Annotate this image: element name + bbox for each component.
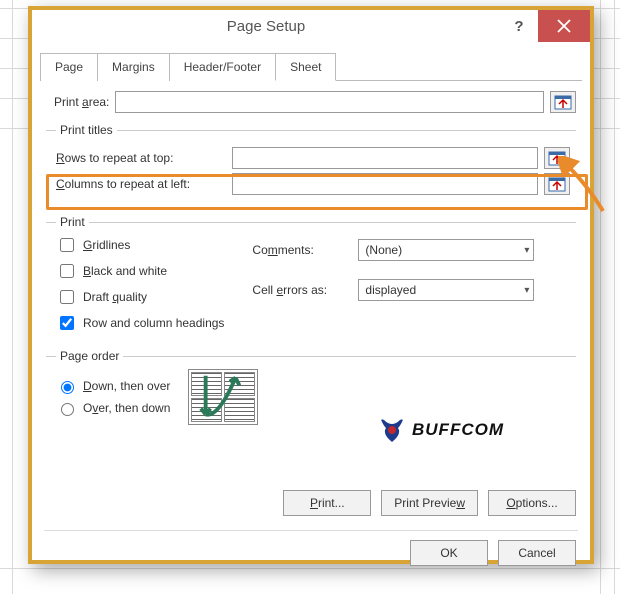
cancel-button[interactable]: Cancel — [498, 540, 576, 566]
print-legend: Print — [56, 215, 89, 229]
rows-repeat-row: Rows to repeat at top: — [56, 147, 570, 169]
gridlines-checkbox[interactable]: Gridlines — [56, 235, 224, 255]
draft-checkbox[interactable]: Draft quality — [56, 287, 224, 307]
over-then-down-label: Over, then down — [83, 401, 170, 415]
draft-label: Draft quality — [83, 290, 147, 304]
rows-repeat-label: Rows to repeat at top: — [56, 151, 226, 165]
page-order-graphic — [188, 369, 258, 425]
print-titles-legend: Print titles — [56, 123, 117, 137]
print-area-input[interactable] — [115, 91, 544, 113]
headings-label: Row and column headings — [83, 316, 224, 330]
comments-value: (None) — [365, 243, 402, 257]
page-order-legend: Page order — [56, 349, 123, 363]
rows-repeat-input[interactable] — [232, 147, 538, 169]
bw-label: Black and white — [83, 264, 167, 278]
cols-repeat-ref-button[interactable] — [544, 173, 570, 195]
gridlines-input[interactable] — [60, 238, 74, 252]
action-buttons: Print... Print Preview Options... — [283, 490, 576, 516]
draft-input[interactable] — [60, 290, 74, 304]
tab-margins[interactable]: Margins — [97, 53, 170, 81]
options-button[interactable]: Options... — [488, 490, 576, 516]
ok-cancel-buttons: OK Cancel — [410, 540, 576, 566]
tab-strip: Page Margins Header/Footer Sheet — [40, 52, 582, 81]
chevron-down-icon: ▾ — [524, 245, 529, 256]
collapse-dialog-icon — [554, 95, 572, 110]
cell-errors-row: Cell errors as: displayed ▾ — [252, 279, 534, 301]
comments-select[interactable]: (None) ▾ — [358, 239, 534, 261]
headings-input[interactable] — [60, 316, 74, 330]
print-group: Print Gridlines Black and white Draft qu… — [46, 215, 576, 339]
cell-errors-label: Cell errors as: — [252, 283, 352, 297]
print-titles-group: Print titles Rows to repeat at top: Colu… — [46, 123, 576, 205]
down-then-over-label: Down, then over — [83, 379, 170, 393]
print-preview-button[interactable]: Print Preview — [381, 490, 478, 516]
collapse-dialog-icon — [548, 177, 566, 192]
page-setup-dialog: Page Setup ? Page Margins Header/Footer … — [28, 6, 594, 564]
down-then-over-radio[interactable]: Down, then over — [56, 378, 170, 394]
cell-errors-value: displayed — [365, 283, 416, 297]
tab-page[interactable]: Page — [40, 53, 98, 81]
dialog-title: Page Setup — [32, 18, 500, 35]
help-button[interactable]: ? — [500, 10, 538, 42]
collapse-dialog-icon — [548, 151, 566, 166]
close-icon — [557, 19, 571, 33]
cols-repeat-label: Columns to repeat at left: — [56, 177, 226, 191]
close-button[interactable] — [538, 10, 590, 42]
ok-button[interactable]: OK — [410, 540, 488, 566]
chevron-down-icon: ▾ — [524, 285, 529, 296]
titlebar: Page Setup ? — [32, 10, 590, 42]
rows-repeat-ref-button[interactable] — [544, 147, 570, 169]
tab-header-footer[interactable]: Header/Footer — [169, 53, 276, 81]
down-then-over-input[interactable] — [61, 381, 74, 394]
cols-repeat-input[interactable] — [232, 173, 538, 195]
bull-icon — [378, 416, 406, 444]
print-area-ref-button[interactable] — [550, 91, 576, 113]
buffcom-text: BUFFCOM — [412, 420, 504, 440]
print-area-label: Print area: — [54, 95, 109, 109]
print-area-row: Print area: — [54, 91, 576, 113]
headings-checkbox[interactable]: Row and column headings — [56, 313, 224, 333]
bw-input[interactable] — [60, 264, 74, 278]
cols-repeat-row: Columns to repeat at left: — [56, 173, 570, 195]
bw-checkbox[interactable]: Black and white — [56, 261, 224, 281]
buffcom-watermark: BUFFCOM — [378, 416, 504, 444]
gridlines-label: Gridlines — [83, 238, 130, 252]
tab-sheet[interactable]: Sheet — [275, 53, 336, 81]
over-then-down-input[interactable] — [61, 403, 74, 416]
cell-errors-select[interactable]: displayed ▾ — [358, 279, 534, 301]
comments-row: Comments: (None) ▾ — [252, 239, 534, 261]
print-button[interactable]: Print... — [283, 490, 371, 516]
over-then-down-radio[interactable]: Over, then down — [56, 400, 170, 416]
comments-label: Comments: — [252, 243, 352, 257]
separator — [44, 530, 578, 531]
